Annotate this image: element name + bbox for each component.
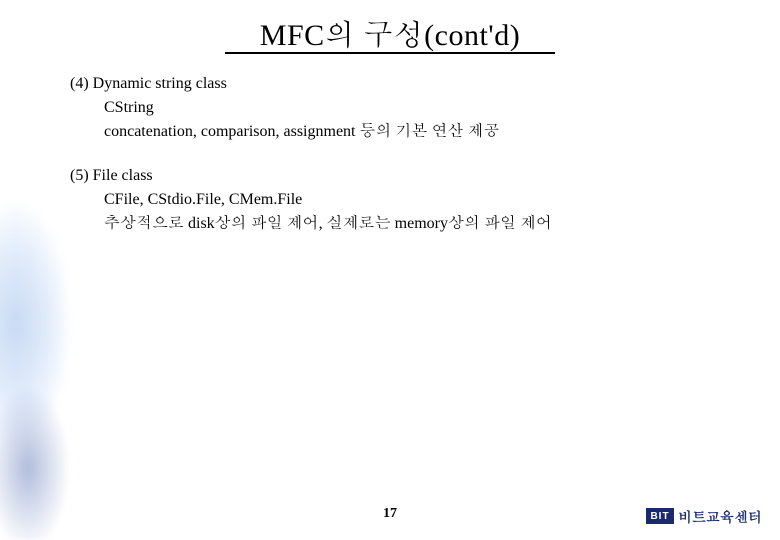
- section-4: (4) Dynamic string class CString concate…: [70, 72, 740, 144]
- section-4-line-2: concatenation, comparison, assignment 등의…: [70, 120, 740, 144]
- section-4-head: (4) Dynamic string class: [70, 72, 740, 96]
- section-5: (5) File class CFile, CStdio.File, CMem.…: [70, 164, 740, 236]
- section-5-line-1: CFile, CStdio.File, CMem.File: [70, 188, 740, 212]
- section-5-line-2: 추상적으로 disk상의 파일 제어, 실제로는 memory상의 파일 제어: [70, 212, 740, 236]
- logo-text: 비트교육센터: [678, 506, 762, 526]
- logo-abbr: BIT: [646, 508, 674, 524]
- footer-logo: BIT 비트교육센터: [646, 506, 762, 526]
- section-4-line-1: CString: [70, 96, 740, 120]
- slide-content: (4) Dynamic string class CString concate…: [0, 58, 780, 236]
- title-underline: [225, 52, 555, 54]
- section-5-head: (5) File class: [70, 164, 740, 188]
- slide-title: MFC의 구성(cont'd): [0, 0, 780, 56]
